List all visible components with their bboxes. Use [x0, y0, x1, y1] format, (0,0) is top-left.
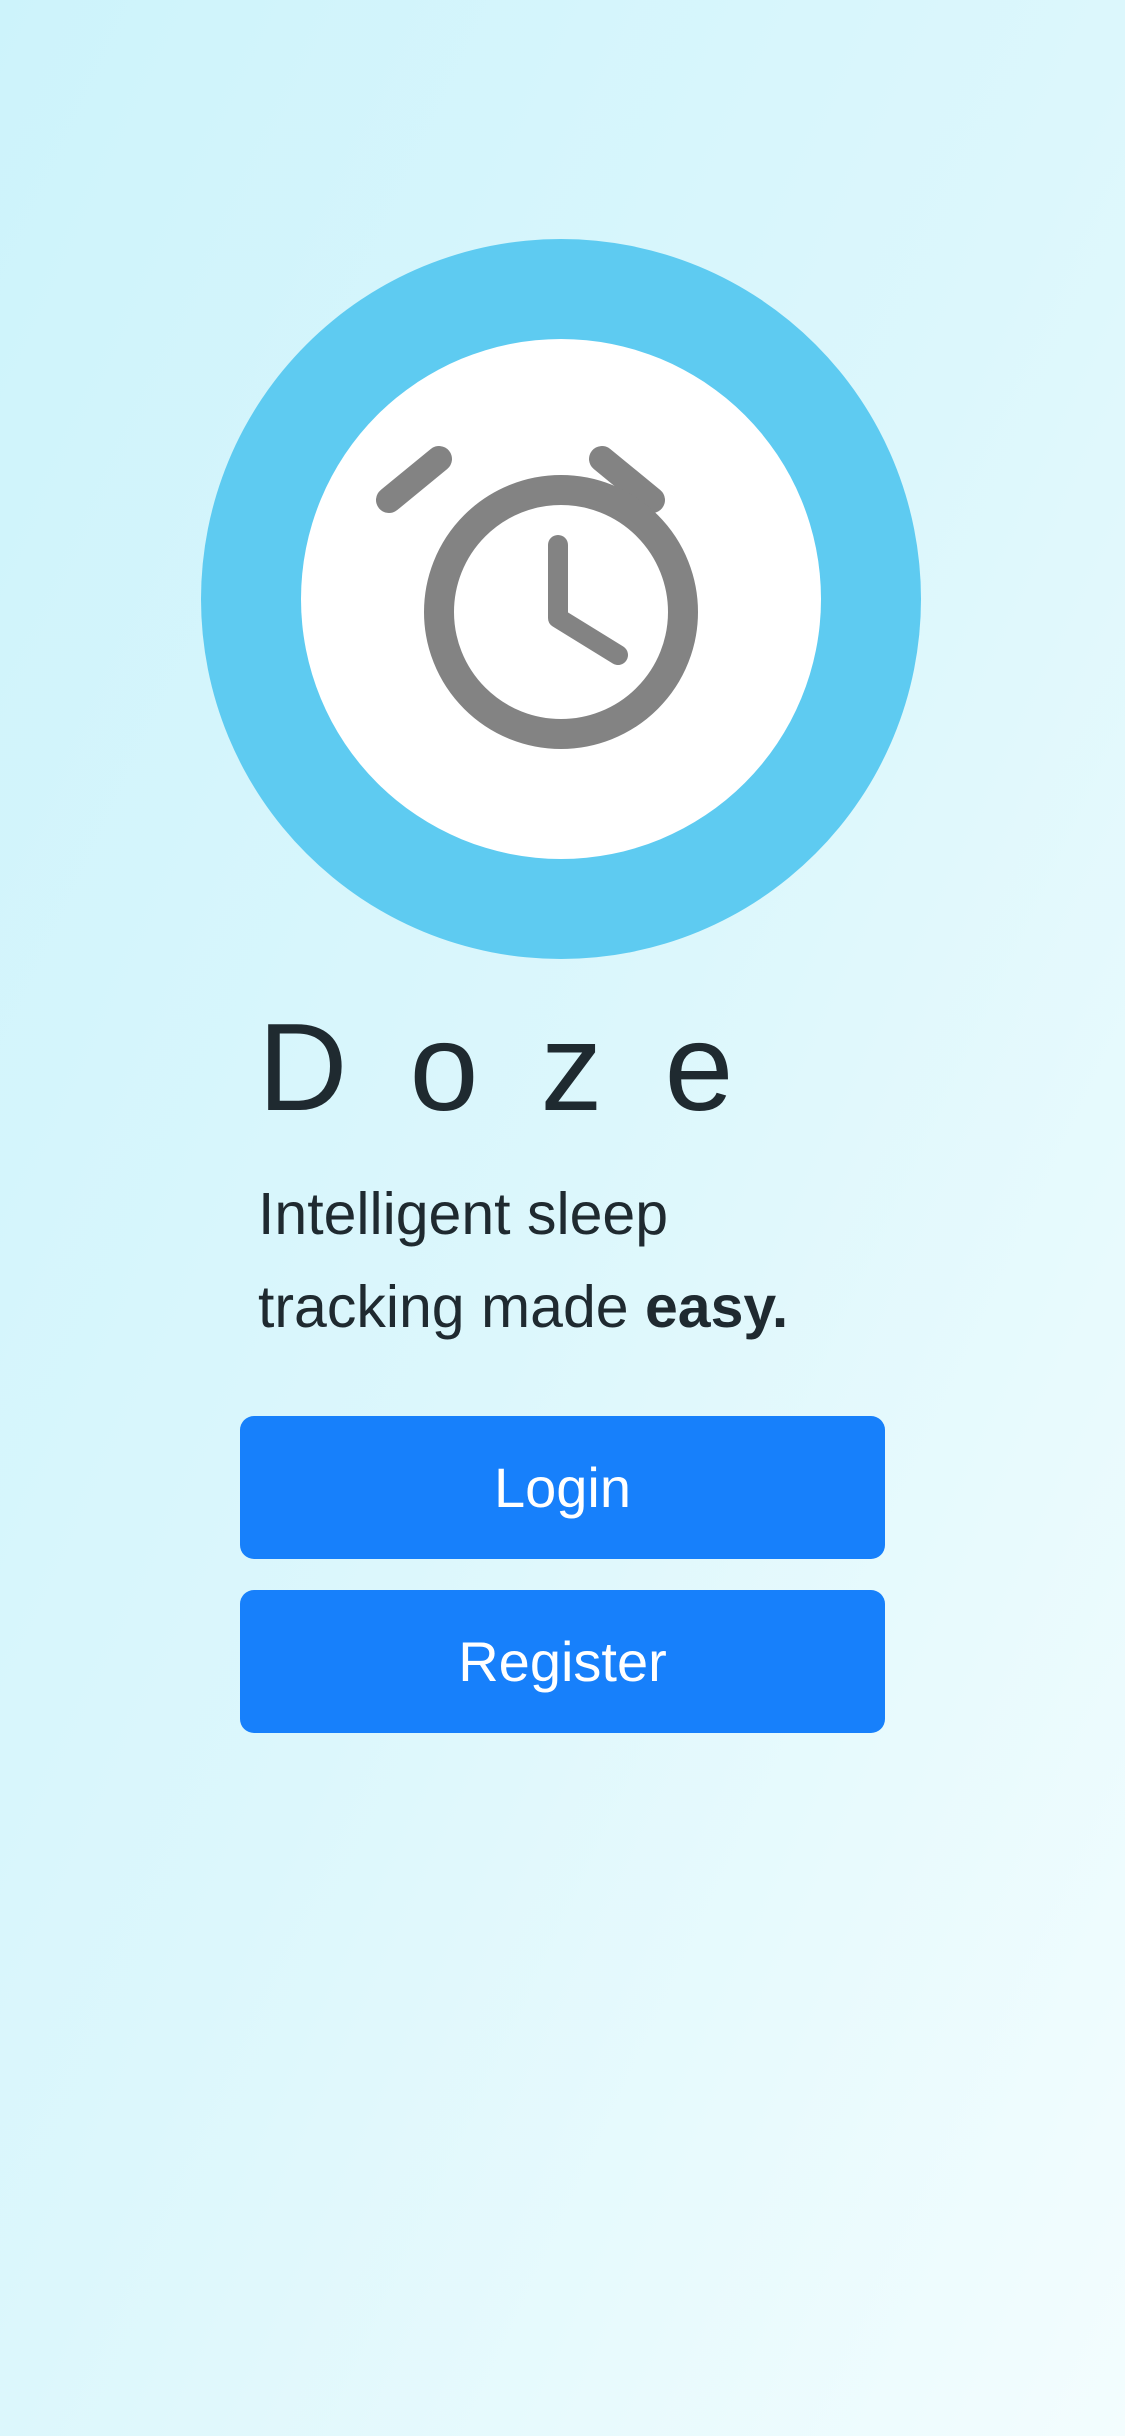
app-logo — [201, 239, 921, 959]
tagline: Intelligent sleep tracking made easy. — [258, 1168, 878, 1354]
register-button[interactable]: Register — [240, 1590, 885, 1733]
welcome-screen: Doze Intelligent sleep tracking made eas… — [0, 0, 1125, 2436]
tagline-emphasis: easy. — [644, 1274, 789, 1340]
tagline-text: Intelligent sleep tracking made — [258, 1181, 669, 1340]
app-name: Doze — [258, 999, 796, 1137]
alarm-clock-icon — [376, 446, 698, 749]
login-button[interactable]: Login — [240, 1416, 885, 1559]
logo-center — [301, 339, 821, 859]
